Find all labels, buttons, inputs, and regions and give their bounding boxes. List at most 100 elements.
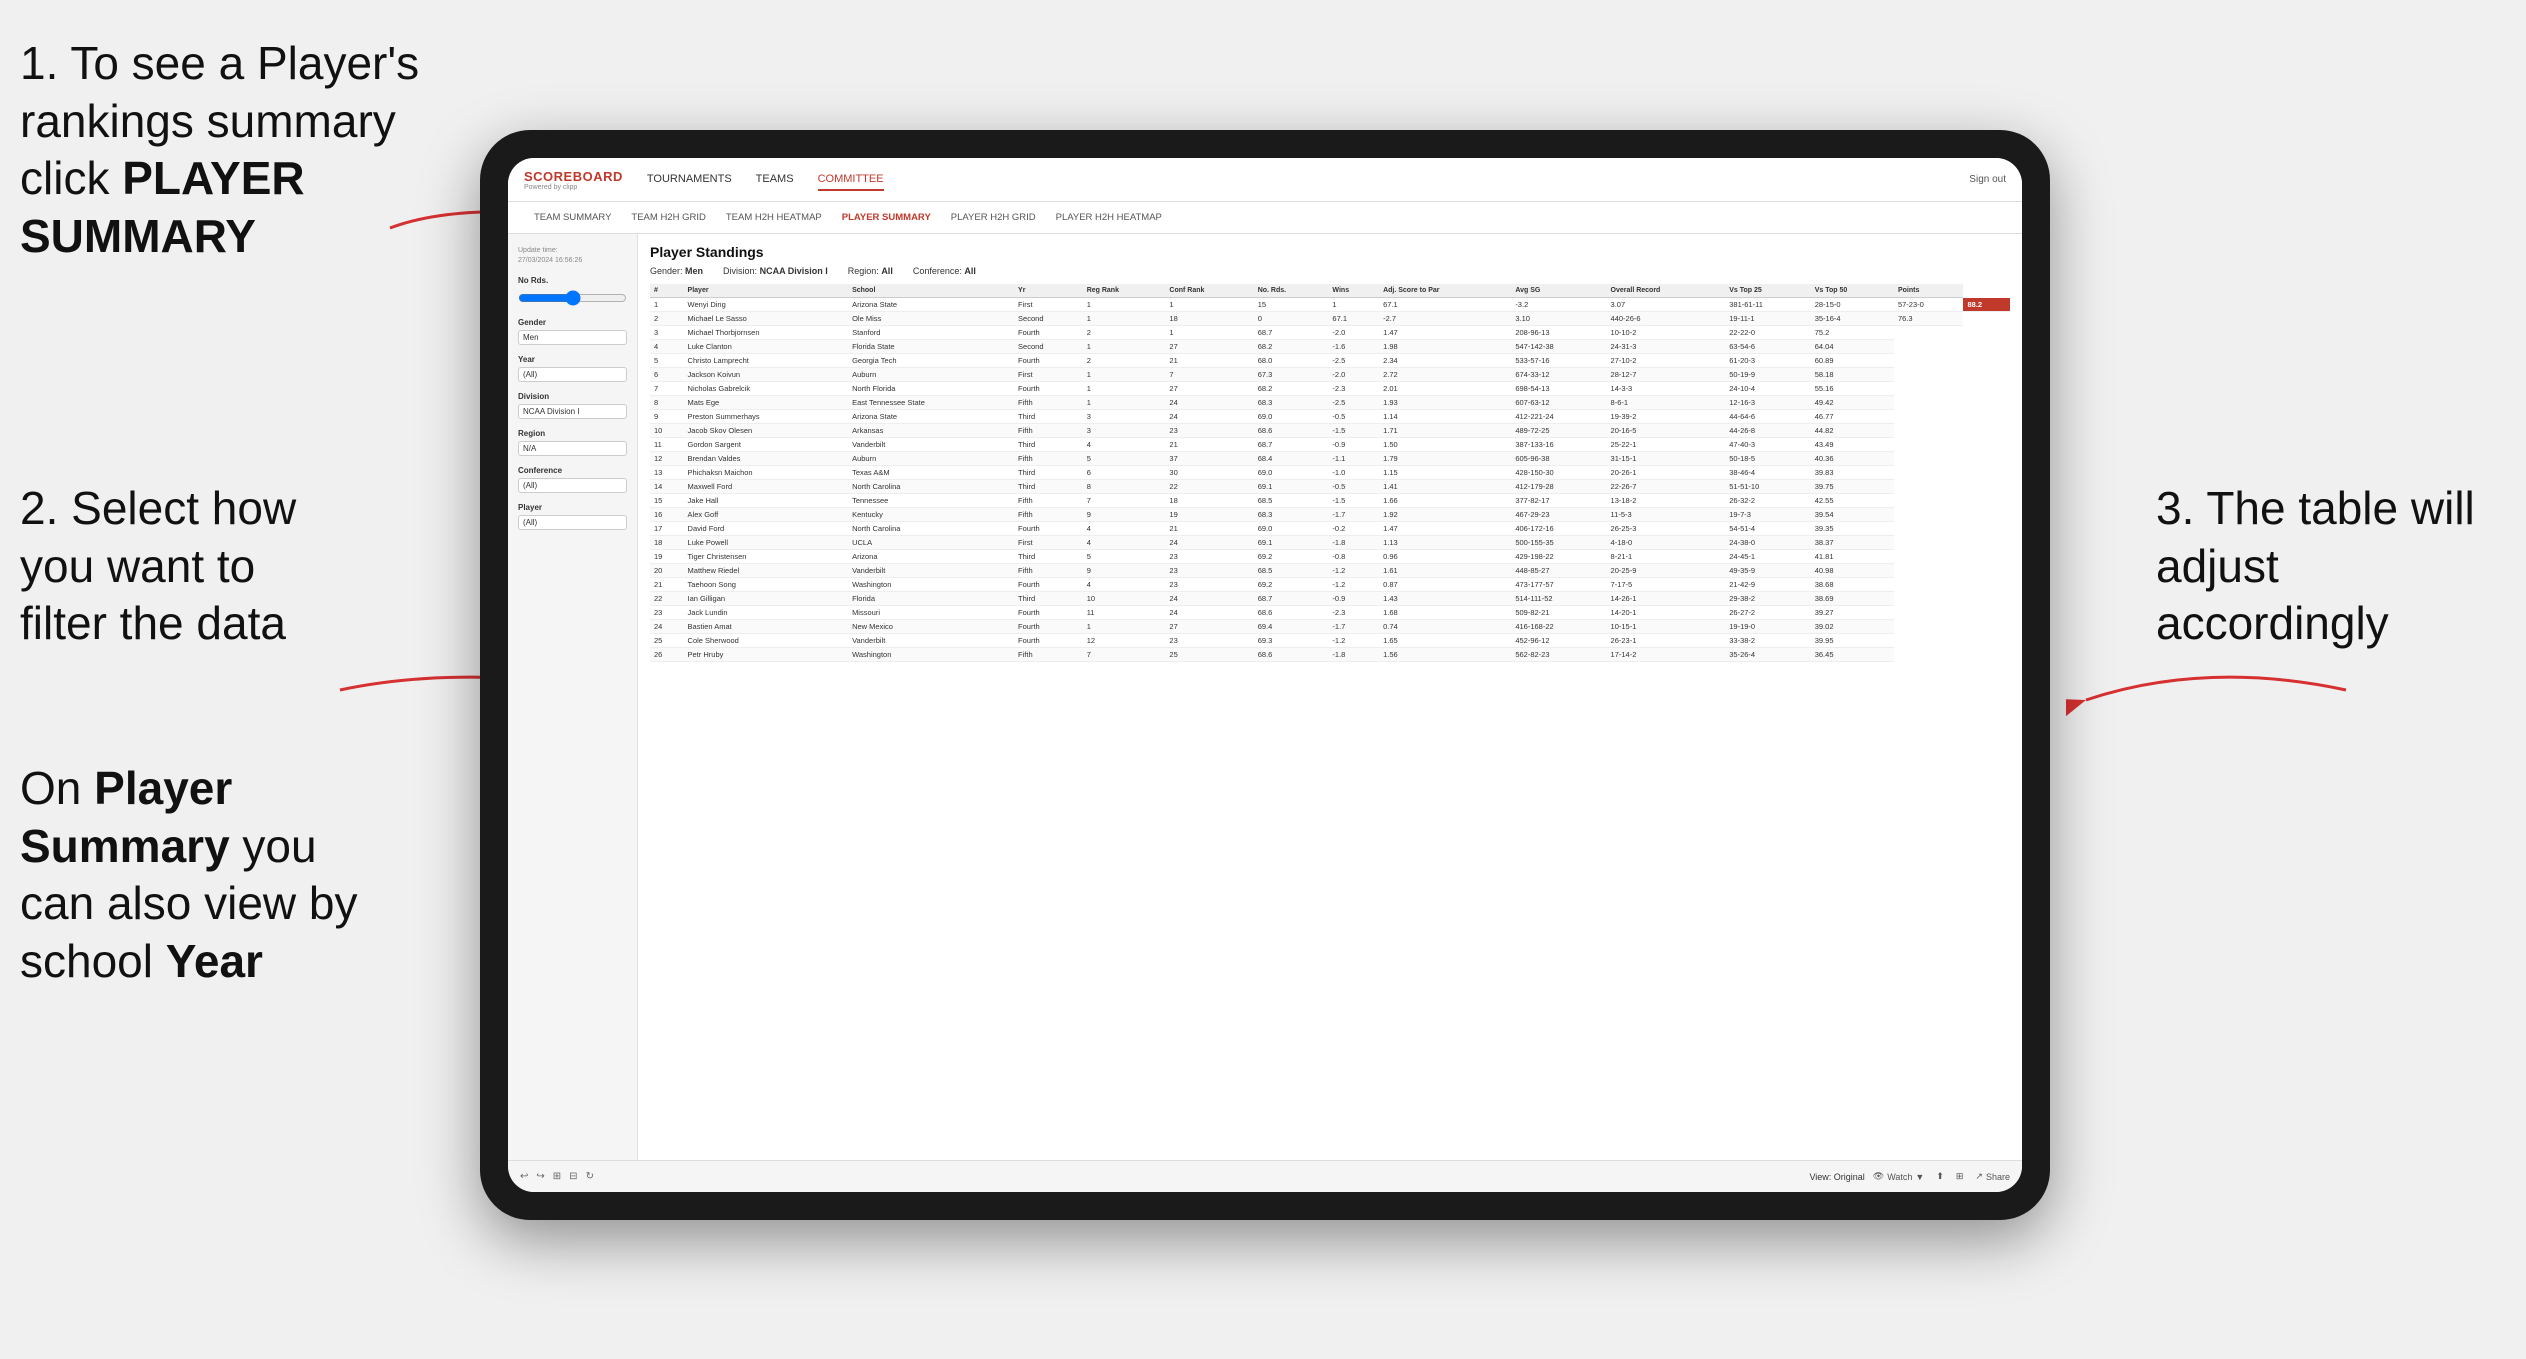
table-cell: 1.15 xyxy=(1379,466,1511,480)
table-cell: 1.56 xyxy=(1379,648,1511,662)
table-cell: Third xyxy=(1014,410,1083,424)
table-cell: 1 xyxy=(1083,298,1166,312)
export-btn[interactable]: ⬆ xyxy=(1936,1171,1944,1182)
table-cell: Fourth xyxy=(1014,606,1083,620)
table-area: Player Standings Gender: Men Division: N… xyxy=(638,234,2022,1160)
table-cell: Washington xyxy=(848,648,1014,662)
table-cell: 41.81 xyxy=(1811,550,1894,564)
player-select[interactable]: (All) xyxy=(518,515,627,530)
table-cell: 5 xyxy=(1083,550,1166,564)
table-cell: 49-35-9 xyxy=(1725,564,1810,578)
table-cell: 68.7 xyxy=(1254,326,1329,340)
subnav-player-summary[interactable]: PLAYER SUMMARY xyxy=(832,208,941,227)
table-cell: 23 xyxy=(1165,634,1253,648)
table-cell: 68.4 xyxy=(1254,452,1329,466)
table-cell: 11-5-3 xyxy=(1607,508,1726,522)
table-cell: 29-38-2 xyxy=(1725,592,1810,606)
table-cell: 8-21-1 xyxy=(1607,550,1726,564)
redo-icon[interactable]: ↪ xyxy=(536,1171,544,1182)
conference-select[interactable]: (All) xyxy=(518,478,627,493)
table-cell: Fifth xyxy=(1014,564,1083,578)
table-cell: 406-172-16 xyxy=(1511,522,1606,536)
table-cell: First xyxy=(1014,536,1083,550)
table-cell: 26 xyxy=(650,648,684,662)
table-cell: 6 xyxy=(650,368,684,382)
table-cell: 88.2 xyxy=(1963,298,2010,312)
paste-icon[interactable]: ⊟ xyxy=(569,1171,577,1182)
table-cell: -1.7 xyxy=(1328,620,1379,634)
table-cell: -2.0 xyxy=(1328,368,1379,382)
share-btn[interactable]: ↗ Share xyxy=(1975,1171,2010,1182)
table-cell: 67.1 xyxy=(1328,312,1379,326)
refresh-icon[interactable]: ↻ xyxy=(586,1171,594,1182)
no-rds-slider[interactable] xyxy=(518,290,627,306)
table-row: 5Christo LamprechtGeorgia TechFourth2216… xyxy=(650,354,2010,368)
table-cell: 4-18-0 xyxy=(1607,536,1726,550)
table-cell: Fourth xyxy=(1014,578,1083,592)
col-adj-score: Adj. Score to Par xyxy=(1379,284,1511,298)
tablet-screen: SCOREBOARD Powered by clipp TOURNAMENTS … xyxy=(508,158,2022,1192)
table-cell: Arizona xyxy=(848,550,1014,564)
table-cell: 39.54 xyxy=(1811,508,1894,522)
table-cell: Second xyxy=(1014,340,1083,354)
subnav-team-h2h-grid[interactable]: TEAM H2H GRID xyxy=(621,208,715,227)
table-cell: Kentucky xyxy=(848,508,1014,522)
table-cell: Phichaksn Maichon xyxy=(684,466,849,480)
table-cell: -2.0 xyxy=(1328,326,1379,340)
table-cell: Arizona State xyxy=(848,298,1014,312)
table-cell: 26-23-1 xyxy=(1607,634,1726,648)
gender-select[interactable]: Men xyxy=(518,330,627,345)
col-player: Player xyxy=(684,284,849,298)
table-cell: 10-10-2 xyxy=(1607,326,1726,340)
table-cell: Georgia Tech xyxy=(848,354,1014,368)
nav-tournaments[interactable]: TOURNAMENTS xyxy=(647,169,732,191)
year-select[interactable]: (All) xyxy=(518,367,627,382)
table-cell: Michael Thorbjornsen xyxy=(684,326,849,340)
nav-signout[interactable]: Sign out xyxy=(1969,174,2006,185)
region-select[interactable]: N/A xyxy=(518,441,627,456)
table-body: 1Wenyi DingArizona StateFirst1115167.1-3… xyxy=(650,298,2010,662)
table-cell: Jackson Koivun xyxy=(684,368,849,382)
table-cell: 38-46-4 xyxy=(1725,466,1810,480)
table-cell: Fifth xyxy=(1014,424,1083,438)
division-select[interactable]: NCAA Division I xyxy=(518,404,627,419)
table-cell: 0 xyxy=(1254,312,1329,326)
subnav-player-h2h-heatmap[interactable]: PLAYER H2H HEATMAP xyxy=(1046,208,1172,227)
table-cell: UCLA xyxy=(848,536,1014,550)
table-cell: 2 xyxy=(1083,354,1166,368)
table-cell: 500-155-35 xyxy=(1511,536,1606,550)
table-cell: 20 xyxy=(650,564,684,578)
table-cell: 51-51-10 xyxy=(1725,480,1810,494)
subnav-team-h2h-heatmap[interactable]: TEAM H2H HEATMAP xyxy=(716,208,832,227)
table-cell: 698-54-13 xyxy=(1511,382,1606,396)
sidebar-update: Update time: 27/03/2024 16:56:26 xyxy=(518,246,627,266)
copy-icon[interactable]: ⊞ xyxy=(553,1171,561,1182)
watch-btn[interactable]: 👁 Watch ▼ xyxy=(1873,1171,1925,1182)
table-cell: 69.0 xyxy=(1254,522,1329,536)
table-cell: 1.43 xyxy=(1379,592,1511,606)
subnav-team-summary[interactable]: TEAM SUMMARY xyxy=(524,208,621,227)
table-cell: 68.3 xyxy=(1254,396,1329,410)
grid-btn[interactable]: ⊞ xyxy=(1956,1171,1964,1182)
table-cell: 473-177-57 xyxy=(1511,578,1606,592)
nav-committee[interactable]: COMMITTEE xyxy=(818,169,884,191)
main-content: Update time: 27/03/2024 16:56:26 No Rds.… xyxy=(508,234,2022,1160)
table-cell: 13-18-2 xyxy=(1607,494,1726,508)
table-row: 21Taehoon SongWashingtonFourth42369.2-1.… xyxy=(650,578,2010,592)
table-cell: 416-168-22 xyxy=(1511,620,1606,634)
filter-region: Region: All xyxy=(848,266,893,276)
table-cell: Arkansas xyxy=(848,424,1014,438)
table-cell: Auburn xyxy=(848,452,1014,466)
nav-teams[interactable]: TEAMS xyxy=(756,169,794,191)
table-cell: 39.95 xyxy=(1811,634,1894,648)
undo-icon[interactable]: ↩ xyxy=(520,1171,528,1182)
subnav-player-h2h-grid[interactable]: PLAYER H2H GRID xyxy=(941,208,1046,227)
table-cell: 18 xyxy=(1165,312,1253,326)
instruction-step3: 3. The table will adjust accordingly xyxy=(2156,480,2496,653)
table-cell: 24-31-3 xyxy=(1607,340,1726,354)
player-standings-table: # Player School Yr Reg Rank Conf Rank No… xyxy=(650,284,2010,662)
table-cell: 5 xyxy=(650,354,684,368)
table-cell: 69.2 xyxy=(1254,550,1329,564)
table-cell: 22-22-0 xyxy=(1725,326,1810,340)
table-title: Player Standings xyxy=(650,244,2010,260)
